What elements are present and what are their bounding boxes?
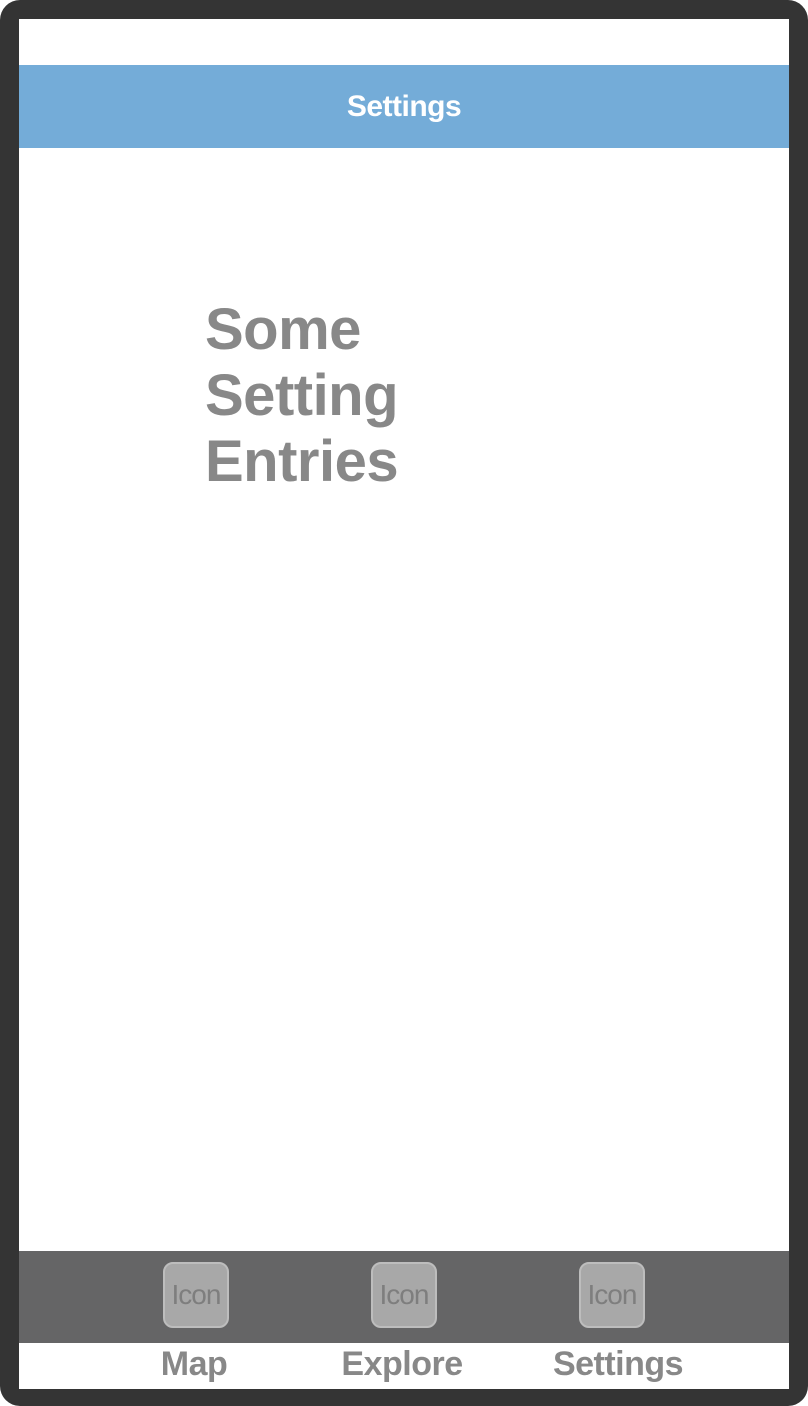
device-frame: Settings Some Setting Entries Icon Icon … (0, 0, 808, 1406)
settings-placeholder-text: Some Setting Entries (205, 297, 505, 495)
tab-explore[interactable]: Explore (302, 1343, 502, 1389)
content-line: Entries (205, 429, 399, 494)
content-line: Some (205, 297, 361, 362)
tab-labels-row: Map Explore Settings (19, 1343, 789, 1389)
map-tab-icon[interactable]: Icon (163, 1262, 229, 1328)
tab-settings[interactable]: Settings (518, 1343, 718, 1389)
settings-tab-icon[interactable]: Icon (579, 1262, 645, 1328)
navigation-bar: Settings (19, 65, 789, 148)
tab-bar: Icon Icon Icon (19, 1251, 789, 1343)
nav-title: Settings (346, 89, 462, 123)
app-screen: Settings Some Setting Entries Icon Icon … (19, 19, 789, 1389)
tab-map[interactable]: Map (94, 1343, 294, 1389)
content-line: Setting (205, 363, 399, 428)
explore-tab-icon[interactable]: Icon (371, 1262, 437, 1328)
